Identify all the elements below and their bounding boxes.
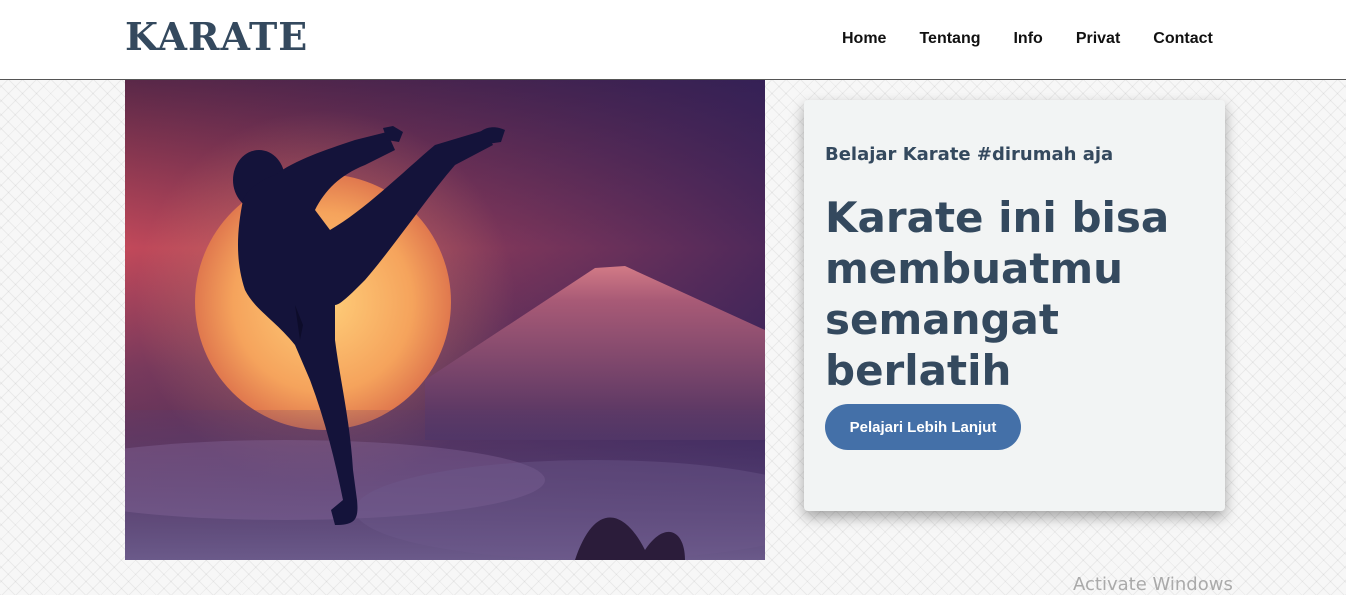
intro-headline: Karate ini bisa membuatmu semangat berla… — [825, 193, 1170, 395]
hero-image — [125, 80, 765, 560]
nav-info[interactable]: Info — [1013, 30, 1042, 48]
activate-windows-watermark: Activate Windows — [1073, 574, 1233, 595]
learn-more-button[interactable]: Pelajari Lebih Lanjut — [825, 404, 1021, 450]
nav-contact[interactable]: Contact — [1153, 30, 1213, 48]
site-header: KARATE Home Tentang Info Privat Contact — [0, 0, 1346, 80]
nav-tentang[interactable]: Tentang — [919, 30, 980, 48]
nav-home[interactable]: Home — [842, 30, 886, 48]
main-nav: Home Tentang Info Privat Contact — [842, 30, 1246, 48]
intro-card: Belajar Karate #dirumah aja Karate ini b… — [804, 100, 1225, 511]
nav-privat[interactable]: Privat — [1076, 30, 1120, 48]
intro-subtitle: Belajar Karate #dirumah aja — [825, 144, 1114, 165]
site-logo[interactable]: KARATE — [125, 14, 308, 59]
karate-kick-illustration — [125, 80, 765, 560]
